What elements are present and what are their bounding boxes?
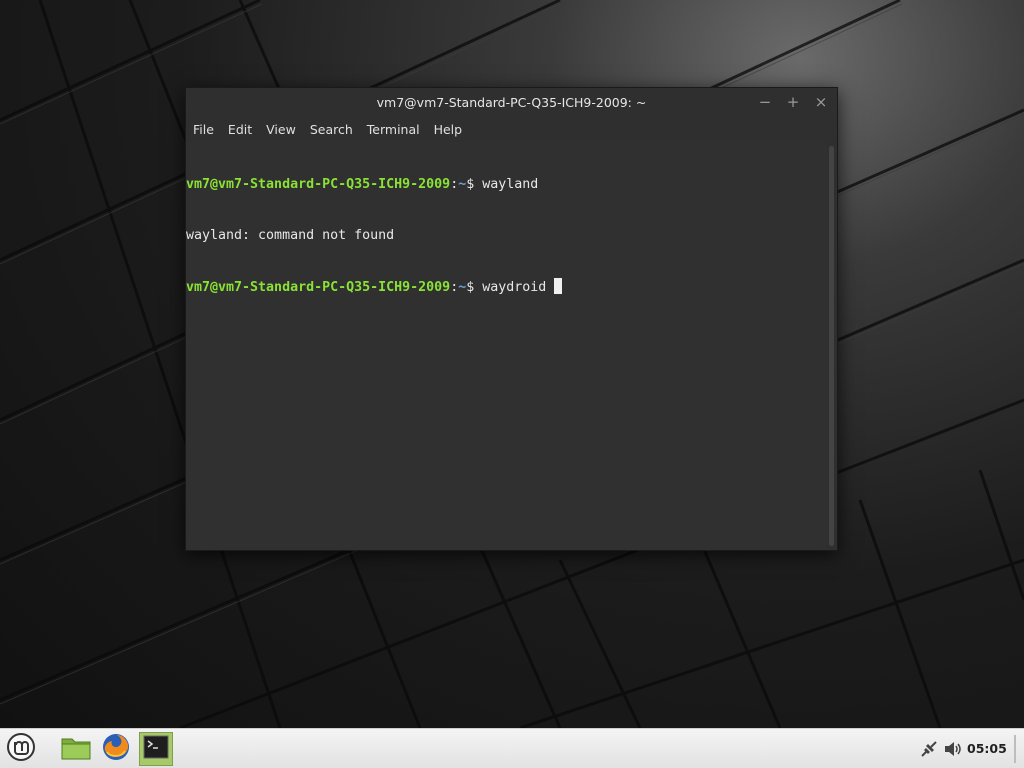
menu-button[interactable] xyxy=(4,732,38,766)
terminal-line: wayland: command not found xyxy=(186,227,827,244)
menu-terminal[interactable]: Terminal xyxy=(367,122,420,137)
menu-file[interactable]: File xyxy=(193,122,214,137)
linux-mint-menu-icon xyxy=(6,732,36,766)
prompt-user-host: vm7@vm7-Standard-PC-Q35-ICH9-2009 xyxy=(186,280,451,295)
terminal-scrollbar[interactable] xyxy=(829,146,834,546)
clock[interactable]: 05:05 xyxy=(967,741,1007,756)
text-cursor xyxy=(554,278,563,294)
close-button[interactable]: × xyxy=(812,93,830,111)
window-title: vm7@vm7-Standard-PC-Q35-ICH9-2009: ~ xyxy=(376,94,647,110)
terminal-taskbar-button[interactable] xyxy=(139,732,173,766)
bottom-panel: 05:05 xyxy=(0,728,1024,768)
command-text: wayland xyxy=(482,177,539,192)
command-text: waydroid xyxy=(482,280,555,295)
terminal-icon xyxy=(143,735,169,763)
files-folder-icon xyxy=(60,733,92,765)
firefox-launcher[interactable] xyxy=(99,732,133,766)
menubar: File Edit View Search Terminal Help xyxy=(186,117,837,141)
volume-icon[interactable] xyxy=(943,739,963,763)
files-launcher[interactable] xyxy=(59,732,93,766)
firefox-icon xyxy=(101,732,131,766)
terminal-line: vm7@vm7-Standard-PC-Q35-ICH9-2009:~$ way… xyxy=(186,278,827,295)
menu-search[interactable]: Search xyxy=(310,122,353,137)
maximize-button[interactable]: + xyxy=(784,93,802,111)
menu-help[interactable]: Help xyxy=(434,122,463,137)
prompt-user-host: vm7@vm7-Standard-PC-Q35-ICH9-2009 xyxy=(186,177,451,192)
terminal-output[interactable]: vm7@vm7-Standard-PC-Q35-ICH9-2009:~$ way… xyxy=(186,142,827,550)
window-titlebar[interactable]: vm7@vm7-Standard-PC-Q35-ICH9-2009: ~ − +… xyxy=(186,88,837,116)
network-disconnected-icon[interactable] xyxy=(919,739,939,763)
minimize-button[interactable]: − xyxy=(756,93,774,111)
terminal-line: vm7@vm7-Standard-PC-Q35-ICH9-2009:~$ way… xyxy=(186,177,539,192)
show-desktop-button[interactable] xyxy=(1012,735,1020,767)
menu-view[interactable]: View xyxy=(266,122,296,137)
output-text: wayland: command not found xyxy=(186,228,395,243)
menu-edit[interactable]: Edit xyxy=(228,122,252,137)
terminal-window[interactable]: vm7@vm7-Standard-PC-Q35-ICH9-2009: ~ − +… xyxy=(185,87,838,551)
